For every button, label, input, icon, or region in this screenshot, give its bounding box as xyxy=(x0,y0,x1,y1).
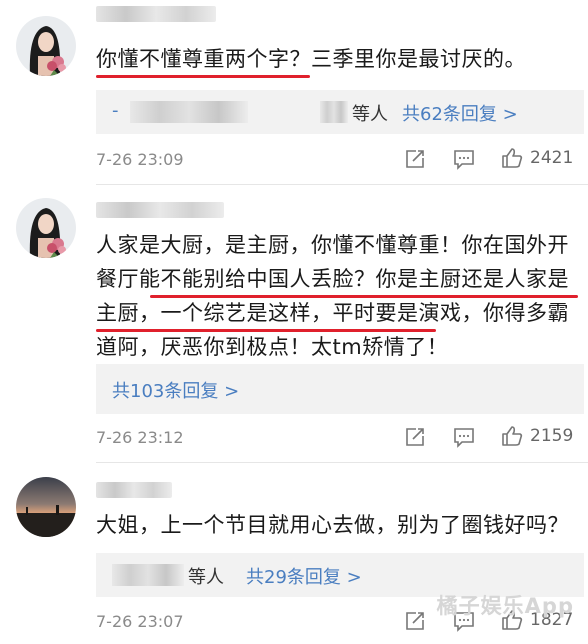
share-button[interactable] xyxy=(404,610,426,632)
reply-button[interactable] xyxy=(453,148,475,170)
reply-count-link[interactable]: 共103条回复 > xyxy=(112,377,239,403)
watermark: 橘子娱乐App xyxy=(436,594,574,618)
username-blurred[interactable] xyxy=(96,482,172,498)
username-blurred[interactable] xyxy=(96,6,216,22)
reply-count-link[interactable]: 共62条回复 > xyxy=(402,100,518,126)
share-button[interactable] xyxy=(404,148,426,170)
divider xyxy=(96,462,588,463)
like-icon xyxy=(502,426,523,446)
comment-text: 大姐，上一个节目就用心去做，别为了圈钱好吗？ xyxy=(96,513,569,537)
reply-users-blurred-2 xyxy=(320,101,348,123)
username-blurred[interactable] xyxy=(96,202,224,218)
share-button[interactable] xyxy=(404,426,426,448)
avatar[interactable] xyxy=(16,16,76,76)
red-underline xyxy=(150,295,578,298)
comment-icon xyxy=(454,428,474,448)
comment-time: 7-26 23:07 xyxy=(96,612,184,631)
reply-users-suffix: 等人 xyxy=(188,567,224,588)
avatar[interactable] xyxy=(16,198,76,258)
reply-users-suffix: 等人 xyxy=(352,104,388,125)
comment-icon xyxy=(454,150,474,170)
like-button[interactable]: 2159 xyxy=(500,424,573,448)
red-underline xyxy=(96,329,436,332)
comment-text: 你懂不懂尊重两个字？三季里你是最讨厌的。 xyxy=(96,47,526,71)
divider xyxy=(96,184,588,185)
reply-summary[interactable]: 共103条回复 > xyxy=(96,364,584,414)
comment-time: 7-26 23:09 xyxy=(96,150,184,169)
comment-time: 7-26 23:12 xyxy=(96,428,184,447)
reply-dash: - xyxy=(112,100,119,121)
red-underline xyxy=(96,75,310,78)
reply-users-blurred xyxy=(112,564,184,586)
like-icon xyxy=(502,148,523,168)
like-count: 2159 xyxy=(530,426,574,446)
share-icon xyxy=(406,428,424,446)
avatar[interactable] xyxy=(16,477,76,537)
reply-button[interactable] xyxy=(453,426,475,448)
like-button[interactable]: 2421 xyxy=(500,146,573,170)
reply-count-link[interactable]: 共29条回复 > xyxy=(246,563,362,589)
reply-users-blurred xyxy=(130,101,248,123)
share-icon xyxy=(406,612,424,630)
share-icon xyxy=(406,150,424,168)
like-count: 2421 xyxy=(530,148,574,168)
reply-summary[interactable]: - 等人 共62条回复 > xyxy=(96,90,584,134)
